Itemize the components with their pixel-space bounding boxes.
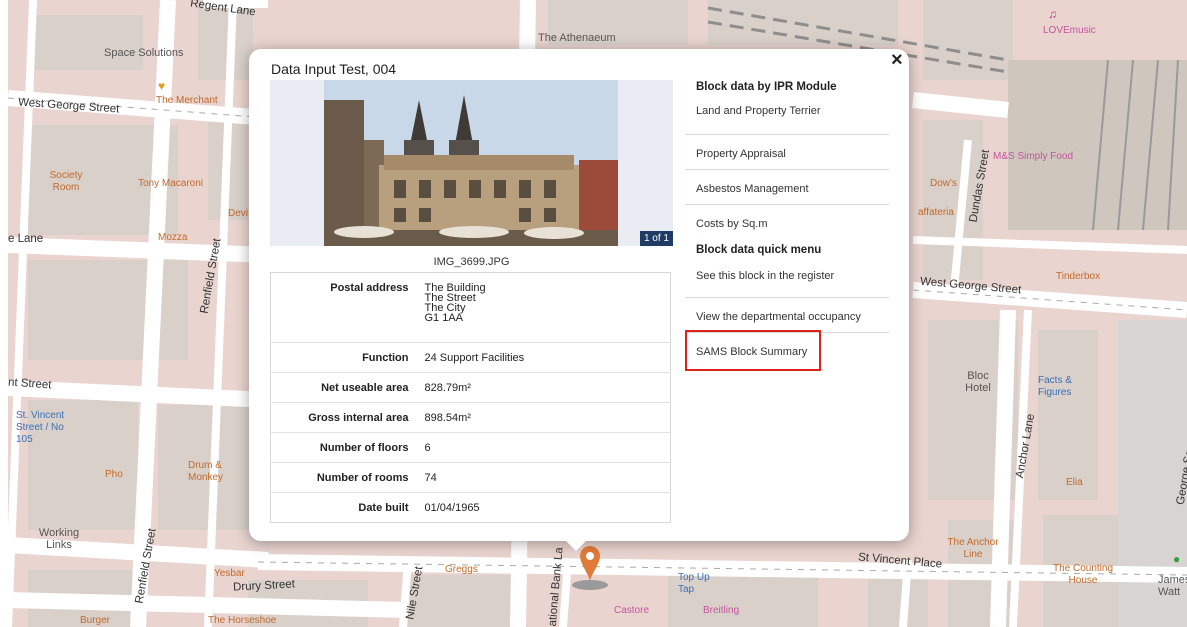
table-value: The Building The Street The City G1 1AA [417, 273, 671, 343]
map-label: James Watt [1158, 574, 1187, 598]
building-photo-image [324, 80, 618, 246]
table-row: Function 24 Support Facilities [270, 342, 671, 373]
map-label: Tony Macaroni [138, 178, 204, 189]
map-label: The Merchant [156, 95, 218, 106]
table-row: Number of rooms 74 [270, 462, 671, 493]
table-row: Net useable area 828.79m² [270, 372, 671, 403]
map-label: Top Up Tap [678, 572, 710, 595]
map-label: Bloc Hotel [965, 370, 991, 394]
map-label: Castore [614, 605, 650, 616]
block-details-table: Postal address The Building The Street T… [270, 272, 671, 523]
table-value: 01/04/1965 [416, 492, 671, 523]
map-label: Elia [1066, 477, 1083, 488]
beer-icon: ♥ [158, 79, 166, 93]
table-key: Postal address [330, 282, 409, 294]
address-line: G1 1AA [424, 312, 464, 324]
table-key: Number of rooms [270, 462, 417, 493]
table-value: 898.54m² [416, 402, 671, 433]
menu-item-departmental-occupancy[interactable]: View the departmental occupancy [685, 298, 889, 333]
menu-heading-quick: Block data quick menu [696, 244, 822, 256]
photo-counter: 1 of 1 [639, 231, 673, 246]
map-label: LOVEmusic [1043, 25, 1096, 36]
map-label: The Athenaeum [538, 32, 616, 44]
table-value: 74 [416, 462, 671, 493]
map-label: Dow's [930, 178, 957, 189]
map-label: Pho [105, 469, 123, 480]
table-row: Date built 01/04/1965 [270, 492, 671, 523]
close-button[interactable]: × [891, 49, 903, 72]
popup-title: Data Input Test, 004 [271, 61, 397, 77]
map-label: Drum & Monkey [188, 460, 224, 483]
menu-item-see-in-register[interactable]: See this block in the register [685, 263, 889, 298]
map-label: M&S Simply Food [993, 151, 1074, 162]
table-key: Gross internal area [270, 402, 417, 433]
menu-heading-ipr: Block data by IPR Module [696, 81, 837, 93]
map-label: St. Vincent Street / No 105 [16, 410, 65, 445]
table-row: Gross internal area 898.54m² [270, 402, 671, 433]
map-label: The Horseshoe [208, 615, 277, 626]
map-label: The Counting House [1052, 563, 1114, 586]
table-key: Function [270, 342, 417, 373]
map-label: Breitling [703, 605, 740, 616]
menu-item-costs-by-sqm[interactable]: Costs by Sq.m [685, 205, 889, 240]
map-label: Yesbar [214, 568, 245, 579]
map-label: Burger [80, 615, 111, 626]
table-key: Net useable area [270, 372, 417, 403]
map-label: Space Solutions [104, 47, 184, 59]
music-icon: ♫ [1048, 7, 1057, 21]
photo-caption: IMG_3699.JPG [433, 256, 510, 268]
menu-item-asbestos-management[interactable]: Asbestos Management [685, 170, 889, 205]
block-info-popup: × Data Input Test, 004 1 of 1 IMG_3699.J… [249, 49, 909, 551]
table-key: Date built [270, 492, 417, 523]
block-data-menu: Block data by IPR Module Land and Proper… [685, 79, 889, 368]
menu-item-land-property-terrier[interactable]: Land and Property Terrier [685, 100, 889, 135]
table-value: 828.79m² [416, 372, 671, 403]
table-value: 24 Support Facilities [416, 342, 671, 373]
map-label: Society Room [49, 170, 83, 193]
map-label: Working Links [38, 527, 80, 551]
table-row: Postal address The Building The Street T… [271, 273, 671, 343]
table-key: Number of floors [270, 432, 417, 463]
map-label: The Anchor Line [947, 537, 999, 560]
map-street-label: e Lane [8, 233, 44, 245]
map-label: Mozza [158, 232, 188, 243]
table-value: 6 [416, 432, 671, 463]
map-label: affateria [918, 207, 954, 218]
map-label: Facts & Figures [1038, 375, 1072, 398]
map-label: Greggs [445, 564, 478, 575]
table-row: Number of floors 6 [270, 432, 671, 463]
highlight-box [685, 330, 821, 371]
map-label: Tinderbox [1056, 271, 1101, 282]
building-photo[interactable] [324, 80, 618, 246]
statue-icon: ● [1173, 552, 1181, 566]
menu-item-property-appraisal[interactable]: Property Appraisal [685, 135, 889, 170]
photo-gallery[interactable]: 1 of 1 [270, 80, 673, 246]
